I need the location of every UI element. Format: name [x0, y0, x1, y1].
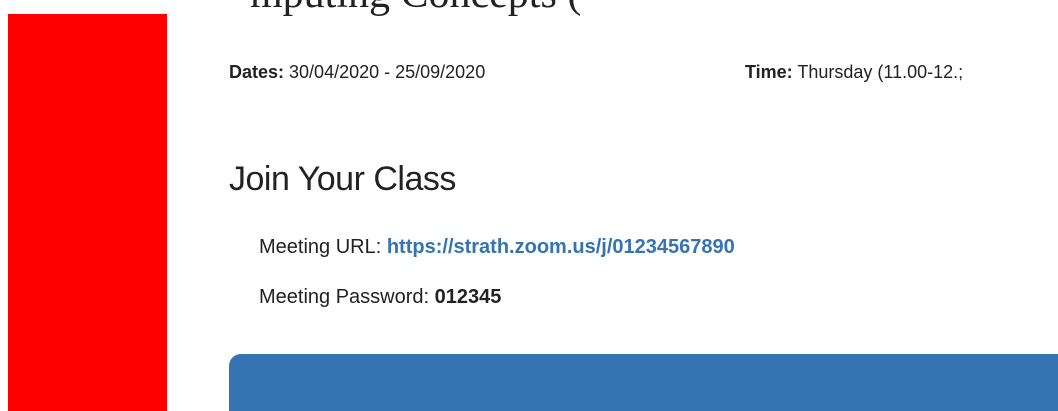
meeting-password-value: 012345 — [434, 286, 502, 308]
time-label: Time: — [745, 62, 793, 82]
dates-value: 30/04/2020 - 25/09/2020 — [284, 62, 486, 82]
meeting-url-link[interactable]: https://strath.zoom.us/j/01234567890 — [387, 236, 735, 258]
meeting-url-label: Meeting URL: — [259, 236, 387, 258]
join-your-class-heading: Join Your Class — [229, 160, 456, 198]
meeting-password-line: Meeting Password: 012345 — [259, 286, 501, 309]
meeting-password-label: Meeting Password: — [259, 286, 435, 308]
blue-panel — [229, 354, 1058, 411]
dates-label: Dates: — [229, 62, 285, 82]
time-value: Thursday (11.00-12.; — [792, 62, 964, 82]
time-info: Time: Thursday (11.00-12.; — [745, 62, 963, 83]
left-red-bar — [8, 14, 167, 411]
meeting-url-line: Meeting URL: https://strath.zoom.us/j/01… — [259, 236, 735, 259]
class-info-content: Dates: 30/04/2020 - 25/09/2020 Time: Thu… — [229, 0, 1058, 411]
page: mputing Concepts ( Dates: 30/04/2020 - 2… — [0, 0, 1058, 411]
dates-info: Dates: 30/04/2020 - 25/09/2020 — [229, 62, 485, 83]
